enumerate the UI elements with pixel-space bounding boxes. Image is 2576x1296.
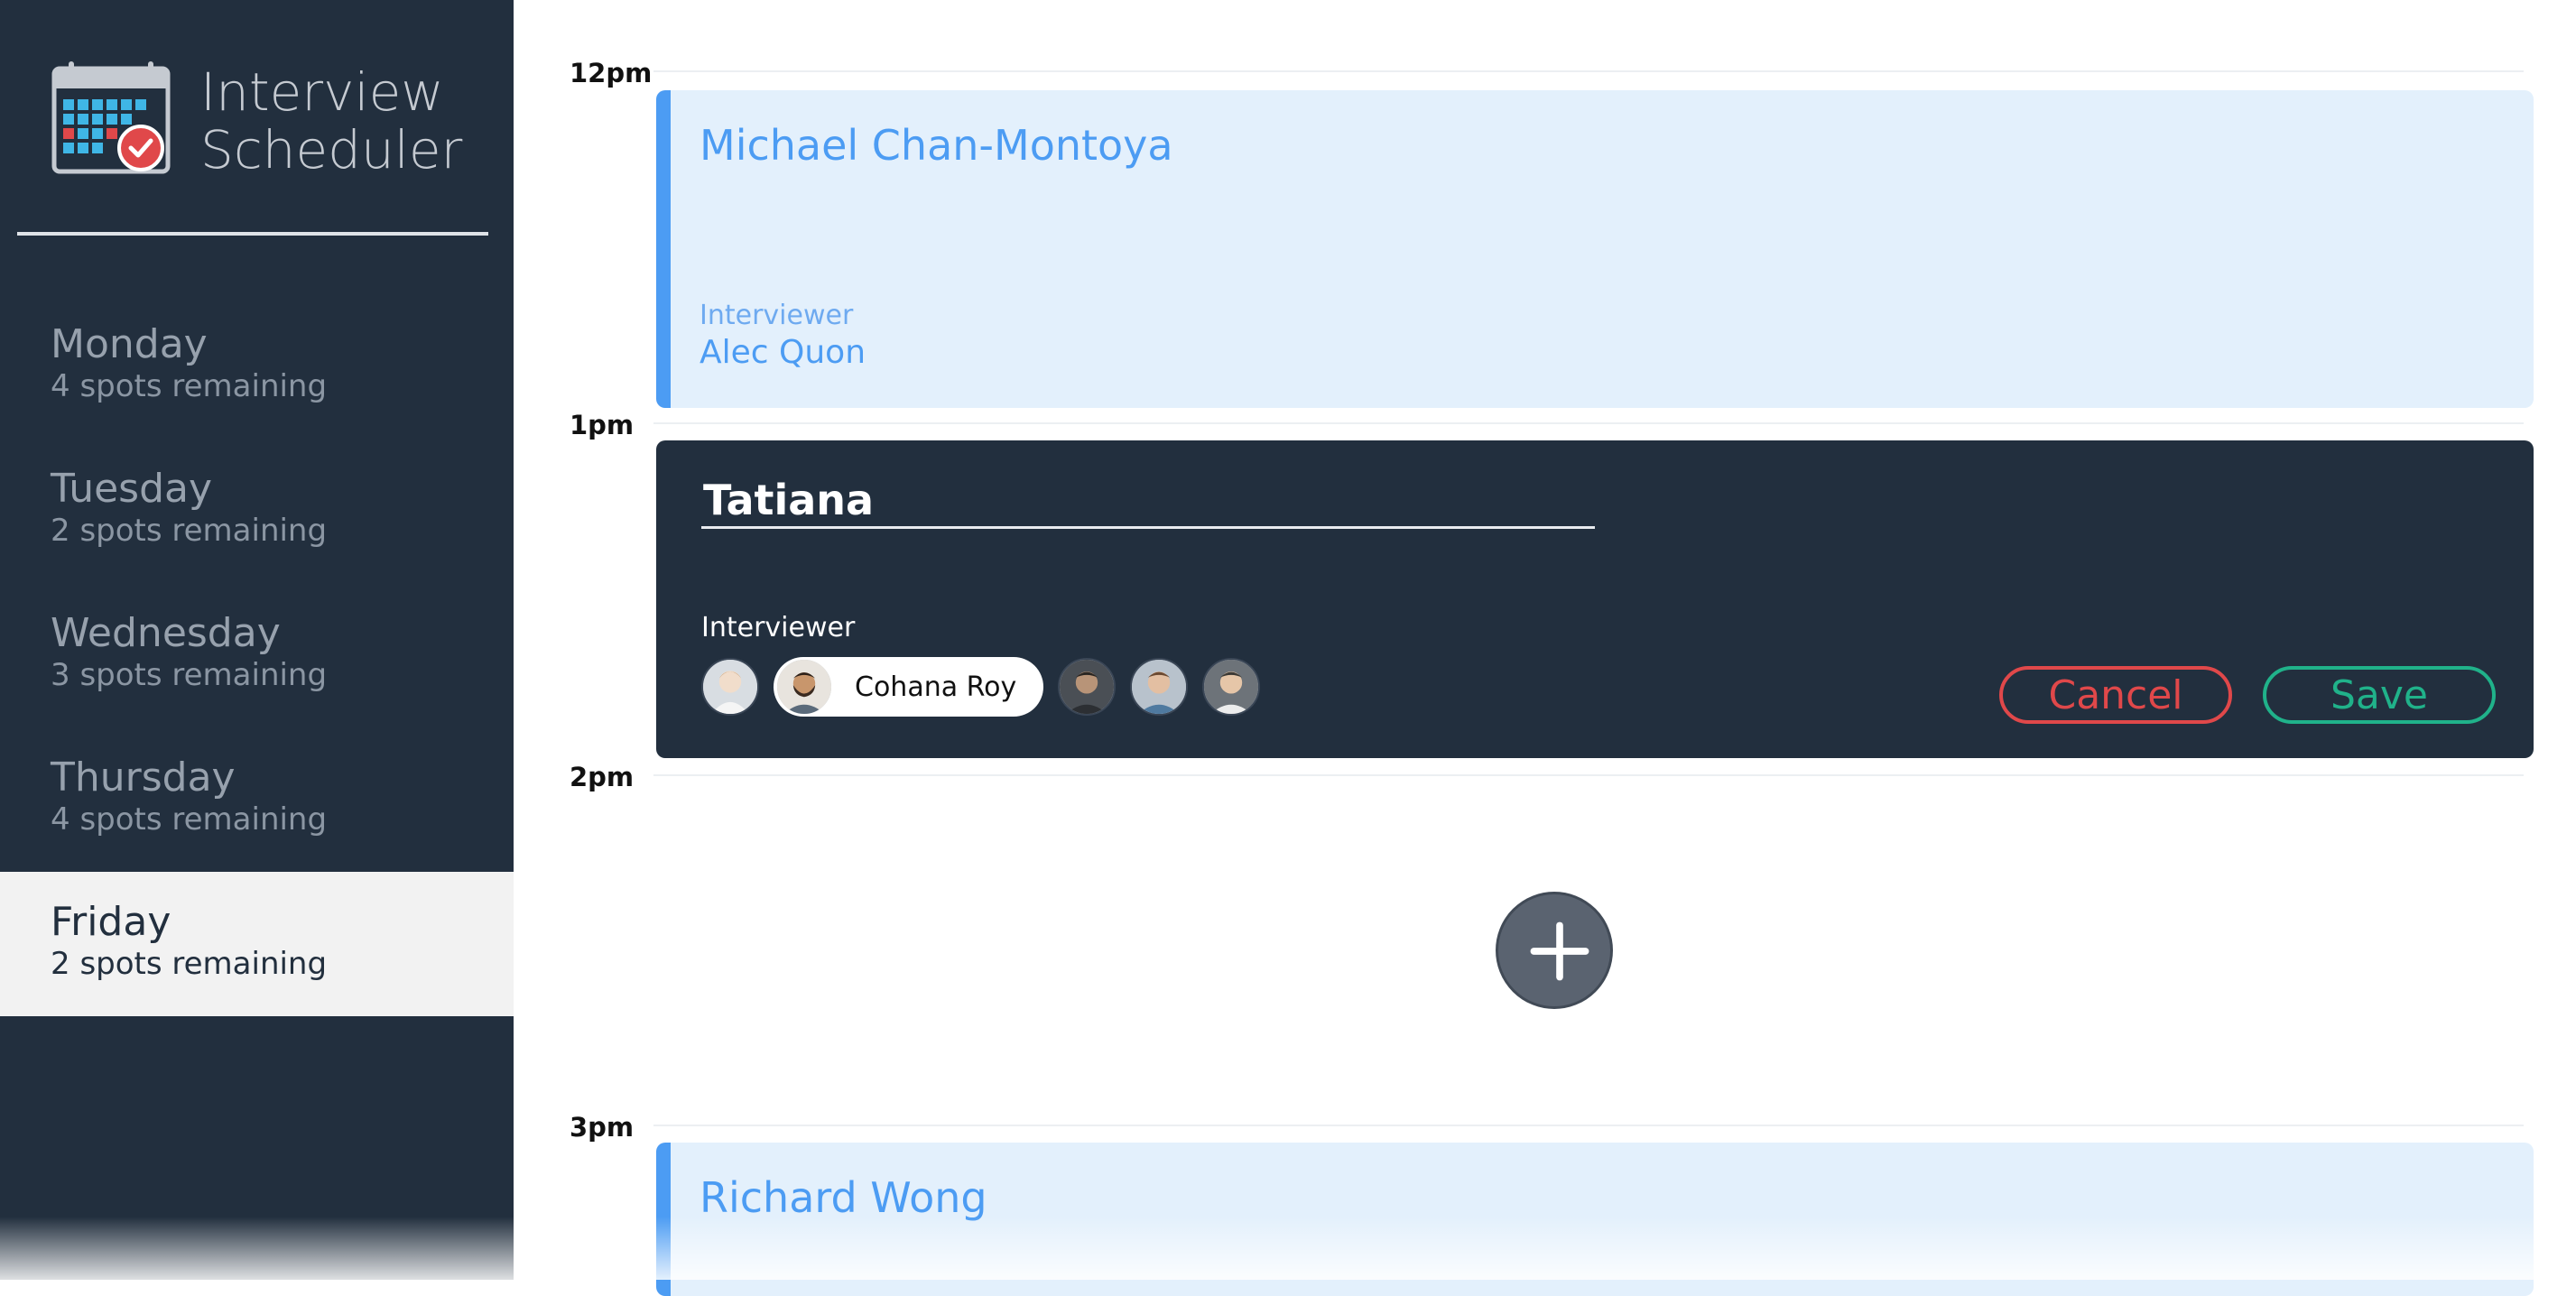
appointment-interviewer-name: Alec Quon <box>700 334 866 371</box>
avatar <box>1058 658 1116 716</box>
time-label-3pm: 3pm <box>570 1112 634 1143</box>
avatar <box>701 658 759 716</box>
sidebar: Interview Scheduler Monday 4 spots remai… <box>0 0 514 1280</box>
day-spots: 3 spots remaining <box>51 657 514 693</box>
sidebar-divider <box>17 232 488 236</box>
day-spots: 2 spots remaining <box>51 946 514 982</box>
day-item-monday[interactable]: Monday 4 spots remaining <box>0 294 514 439</box>
appointment-student: Michael Chan-Montoya <box>700 121 1173 170</box>
app-title: Interview Scheduler <box>200 63 462 179</box>
app-title-line2: Scheduler <box>200 121 462 179</box>
interviewer-option-selected[interactable]: Cohana Roy <box>774 657 1043 717</box>
schedule: 12pm Michael Chan-Montoya Interviewer Al… <box>514 0 2576 1280</box>
app-title-line1: Interview <box>200 63 462 121</box>
interviewer-option[interactable] <box>701 658 759 716</box>
day-list: Monday 4 spots remaining Tuesday 2 spots… <box>0 294 514 1016</box>
day-item-wednesday[interactable]: Wednesday 3 spots remaining <box>0 583 514 727</box>
time-label-12pm: 12pm <box>570 58 652 88</box>
day-item-thursday[interactable]: Thursday 4 spots remaining <box>0 727 514 872</box>
save-button[interactable]: Save <box>2263 666 2496 724</box>
avatar <box>1130 658 1188 716</box>
interviewer-option[interactable] <box>1202 658 1260 716</box>
day-spots: 2 spots remaining <box>51 513 514 549</box>
hour-divider <box>653 70 2524 72</box>
hour-divider <box>653 422 2524 424</box>
avatar <box>1202 658 1260 716</box>
appointment-card[interactable]: Richard Wong <box>656 1143 2534 1296</box>
day-spots: 4 spots remaining <box>51 801 514 838</box>
calendar-check-icon <box>51 60 171 175</box>
hour-divider <box>653 774 2524 776</box>
appointment-student: Richard Wong <box>700 1173 987 1222</box>
day-spots: 4 spots remaining <box>51 368 514 404</box>
appointment-form: Interviewer Cohana Roy <box>656 440 2534 758</box>
day-name: Tuesday <box>51 466 514 513</box>
appointment-card[interactable]: Michael Chan-Montoya Interviewer Alec Qu… <box>656 90 2534 408</box>
day-item-tuesday[interactable]: Tuesday 2 spots remaining <box>0 439 514 583</box>
appointment-interviewer-label: Interviewer <box>700 300 853 331</box>
selected-interviewer-name: Cohana Roy <box>855 671 1016 703</box>
day-name: Thursday <box>51 754 514 801</box>
add-appointment-button[interactable] <box>1496 892 1613 1009</box>
hour-divider <box>653 1125 2524 1126</box>
time-label-2pm: 2pm <box>570 762 634 792</box>
time-label-1pm: 1pm <box>570 410 634 440</box>
student-name-input[interactable] <box>701 473 1595 529</box>
day-name: Wednesday <box>51 610 514 657</box>
interviewer-option[interactable] <box>1058 658 1116 716</box>
day-item-friday[interactable]: Friday 2 spots remaining <box>0 872 514 1016</box>
cancel-button[interactable]: Cancel <box>1999 666 2232 724</box>
interviewer-option[interactable] <box>1130 658 1188 716</box>
day-name: Friday <box>51 899 514 946</box>
plus-icon <box>1504 895 1616 1007</box>
interviewer-list: Cohana Roy <box>701 657 1274 717</box>
avatar <box>775 658 833 716</box>
day-name: Monday <box>51 321 514 368</box>
form-interviewer-label: Interviewer <box>701 612 855 643</box>
